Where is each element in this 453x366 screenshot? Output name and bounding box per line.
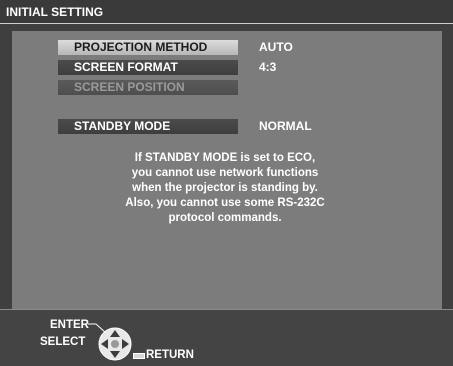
menu-item-label: STANDBY MODE — [74, 119, 171, 133]
dpad-icon — [98, 327, 132, 361]
notice-line: Also, you cannot use some RS-232C — [125, 197, 325, 209]
menu-item-screen-position: SCREEN POSITION — [58, 80, 238, 95]
page-title: INITIAL SETTING — [0, 0, 453, 24]
menu-item-label: SCREEN FORMAT — [74, 60, 178, 74]
screen-format-value: 4:3 — [259, 60, 277, 74]
standby-mode-value: NORMAL — [259, 119, 312, 133]
menu-item-screen-format[interactable]: SCREEN FORMAT — [58, 60, 238, 75]
menu-item-label: SCREEN POSITION — [74, 80, 185, 94]
notice-line: you cannot use network functions — [131, 167, 319, 179]
notice-line: If STANDBY MODE is set to ECO, — [134, 152, 316, 164]
standby-mode-notice: If STANDBY MODE is set to ECO, you canno… — [100, 151, 350, 226]
enter-label: ENTER — [50, 319, 89, 331]
menu-item-projection-method[interactable]: PROJECTION METHOD — [58, 40, 238, 55]
projection-method-value: AUTO — [259, 40, 293, 54]
notice-line: when the projector is standing by. — [132, 182, 318, 194]
notice-line: protocol commands. — [168, 212, 282, 224]
menu-item-label: PROJECTION METHOD — [74, 40, 208, 54]
select-label: SELECT — [40, 336, 86, 348]
return-label: RETURN — [146, 349, 194, 361]
initial-setting-screen: INITIAL SETTING PROJECTION METHOD AUTO S… — [0, 0, 453, 366]
return-button-icon — [133, 353, 145, 359]
menu-item-standby-mode[interactable]: STANDBY MODE — [58, 119, 238, 134]
